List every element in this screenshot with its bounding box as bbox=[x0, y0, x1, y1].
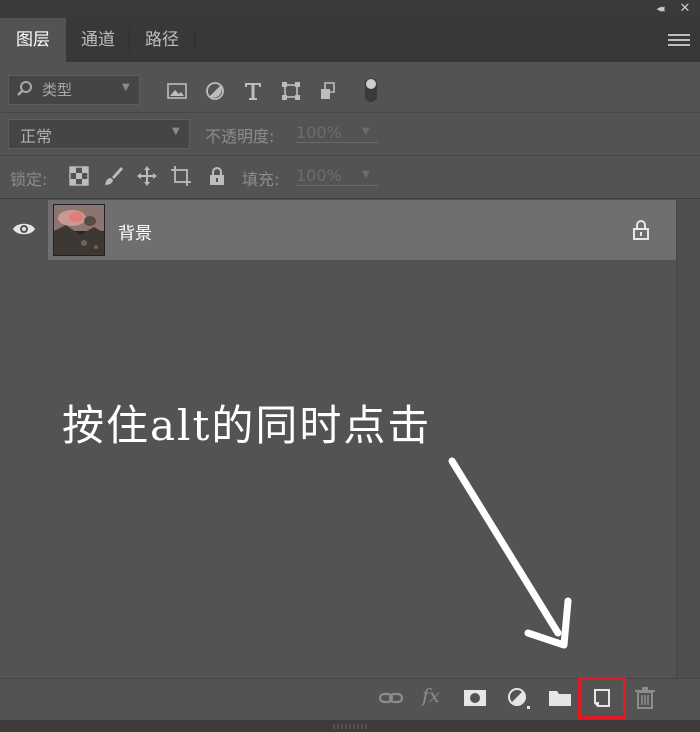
panel-title-strip bbox=[0, 0, 700, 18]
link-layers-icon[interactable] bbox=[378, 686, 404, 710]
chevron-down-icon: ▼ bbox=[122, 82, 130, 93]
collapse-panel-button[interactable]: ◂◂ bbox=[650, 1, 668, 17]
highlight-box bbox=[578, 677, 626, 719]
panel-menu-icon[interactable] bbox=[668, 34, 690, 48]
filter-toggle-icon[interactable] bbox=[360, 76, 382, 104]
text-filter-icon[interactable] bbox=[242, 80, 264, 102]
lock-label: 锁定: bbox=[10, 170, 48, 189]
lock-transparent-pixels-icon[interactable] bbox=[68, 165, 90, 187]
tab-channels[interactable]: 通道 bbox=[67, 18, 129, 62]
adjustment-layer-icon[interactable] bbox=[505, 686, 531, 710]
scrollbar-track[interactable] bbox=[676, 200, 700, 678]
layer-name[interactable]: 背景 bbox=[118, 219, 152, 244]
search-icon bbox=[17, 81, 32, 96]
resize-grip-icon[interactable] bbox=[330, 722, 370, 730]
shape-filter-icon[interactable] bbox=[280, 80, 302, 102]
opacity-label: 不透明度: bbox=[205, 127, 275, 146]
tab-divider bbox=[194, 28, 195, 52]
filter-kind-label: 类型 bbox=[42, 81, 73, 99]
chevron-down-icon[interactable]: ▼ bbox=[362, 169, 370, 180]
adjustment-filter-icon[interactable] bbox=[204, 80, 226, 102]
smart-object-filter-icon[interactable] bbox=[318, 80, 340, 102]
fx-icon[interactable]: fx bbox=[422, 685, 440, 707]
close-panel-button[interactable]: ✕ bbox=[676, 1, 694, 17]
lock-artboard-icon[interactable] bbox=[170, 165, 192, 187]
tab-paths[interactable]: 路径 bbox=[130, 18, 194, 62]
image-filter-icon[interactable] bbox=[166, 80, 188, 102]
eye-icon[interactable] bbox=[12, 220, 36, 238]
lock-position-icon[interactable] bbox=[136, 165, 158, 187]
add-mask-icon[interactable] bbox=[462, 686, 488, 710]
fill-label: 填充: bbox=[242, 170, 280, 189]
chevron-down-icon[interactable]: ▼ bbox=[362, 126, 370, 137]
layer-thumbnail[interactable] bbox=[53, 204, 105, 256]
annotation-text: 按住alt的同时点击 bbox=[62, 401, 432, 450]
tab-layers[interactable]: 图层 bbox=[0, 18, 66, 62]
trash-icon[interactable] bbox=[632, 686, 658, 710]
annotation-arrow-icon bbox=[448, 457, 572, 649]
lock-all-icon[interactable] bbox=[206, 165, 228, 187]
lock-image-pixels-icon[interactable] bbox=[102, 165, 124, 187]
chevron-down-icon: ▼ bbox=[172, 126, 180, 137]
group-folder-icon[interactable] bbox=[547, 686, 573, 710]
layer-lock-icon bbox=[633, 220, 649, 240]
blend-mode-value: 正常 bbox=[20, 127, 53, 146]
